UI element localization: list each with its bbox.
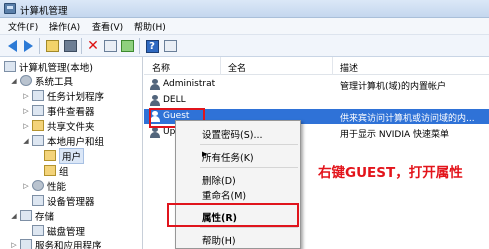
column-divider[interactable] [332, 57, 333, 75]
collapse-arrow-icon[interactable]: ◢ [22, 137, 30, 145]
menu-action[interactable]: 操作(A) [49, 20, 80, 33]
help-icon[interactable]: ? [144, 38, 160, 54]
disk-icon [32, 225, 44, 236]
collapse-arrow-icon[interactable]: ◢ [10, 77, 18, 85]
list-header: 名称 全名 描述 [144, 57, 489, 75]
navigation-tree: 计算机管理(本地) ◢ 系统工具 ▷ 任务计划程序 ▷ 事件查看器 ▷ 共享文件… [0, 57, 143, 249]
user-description: 用于显示 NVIDIA 快速菜单 [340, 130, 450, 140]
user-description: 管理计算机(域)的内置帐户 [340, 82, 447, 92]
show-hide-tree-icon[interactable] [62, 38, 78, 54]
folder-icon [44, 150, 56, 161]
tree-item-system-tools[interactable]: ◢ 系统工具 [10, 74, 73, 88]
expand-arrow-icon[interactable]: ▷ [22, 107, 30, 115]
device-manager-icon [32, 195, 44, 206]
menu-help[interactable]: 帮助(H) [134, 20, 166, 33]
forward-arrow-icon[interactable] [20, 38, 36, 54]
export-list-icon[interactable] [119, 38, 135, 54]
console-icon[interactable] [162, 38, 178, 54]
title-bar: 计算机管理 [0, 0, 489, 18]
expand-arrow-icon[interactable]: ▷ [22, 92, 30, 100]
tree-item-disk-management[interactable]: 磁盘管理 [32, 224, 85, 238]
tree-item-shared-folders[interactable]: ▷ 共享文件夹 [22, 119, 95, 133]
column-header-description[interactable]: 描述 [340, 61, 358, 74]
computer-management-icon [4, 3, 16, 14]
menu-view[interactable]: 查看(V) [92, 20, 123, 33]
users-group-icon [32, 135, 44, 146]
menu-separator [200, 144, 298, 145]
back-arrow-icon[interactable] [4, 38, 20, 54]
toolbar-separator [39, 38, 40, 54]
instruction-annotation: 右键GUEST，打开属性 [318, 165, 463, 181]
menu-bar: 文件(F) 操作(A) 查看(V) 帮助(H) [0, 18, 489, 35]
menu-item-set-password[interactable]: 设置密码(S)... [176, 124, 300, 141]
tree-item-event-viewer[interactable]: ▷ 事件查看器 [22, 104, 95, 118]
menu-separator [200, 167, 298, 168]
computer-icon [4, 61, 16, 72]
user-icon [150, 95, 160, 106]
shared-folder-icon [32, 120, 44, 131]
toolbar-separator [81, 38, 82, 54]
column-divider[interactable] [220, 57, 221, 75]
properties-highlight-box [167, 203, 299, 227]
toolbar-separator [139, 38, 140, 54]
user-description: 供来宾访问计算机或访问域的内... [340, 114, 475, 124]
event-log-icon [32, 105, 44, 116]
column-header-name[interactable]: 名称 [152, 61, 170, 74]
menu-separator [200, 227, 298, 228]
user-name: Up [163, 127, 176, 137]
menu-file[interactable]: 文件(F) [8, 20, 38, 33]
tree-item-services-apps[interactable]: ▷ 服务和应用程序 [10, 238, 102, 249]
user-icon [150, 127, 160, 138]
properties-icon[interactable] [102, 38, 118, 54]
tree-item-root[interactable]: 计算机管理(本地) [4, 60, 93, 74]
tree-item-users[interactable]: 用户 [44, 147, 85, 164]
expand-arrow-icon[interactable]: ▷ [22, 182, 30, 190]
menu-item-rename[interactable]: 重命名(M) [176, 185, 300, 202]
tools-icon [20, 75, 32, 86]
submenu-arrow-icon: ▶ [202, 150, 208, 158]
toolbar: ✕ ? [0, 35, 489, 57]
user-name: Administrat [163, 79, 216, 89]
tree-item-task-scheduler[interactable]: ▷ 任务计划程序 [22, 89, 104, 103]
up-folder-icon[interactable] [44, 38, 60, 54]
user-icon [150, 79, 160, 90]
services-icon [20, 239, 32, 249]
list-row-administrator[interactable]: Administrat 管理计算机(域)的内置帐户 [144, 77, 489, 92]
tree-item-local-users-groups[interactable]: ◢ 本地用户和组 [22, 134, 104, 148]
list-row-dell[interactable]: DELL [144, 93, 489, 108]
clock-icon [32, 90, 44, 101]
tree-item-storage[interactable]: ◢ 存储 [10, 209, 54, 223]
folder-icon [44, 165, 56, 176]
column-header-fullname[interactable]: 全名 [228, 61, 246, 74]
tree-item-performance[interactable]: ▷ 性能 [22, 179, 66, 193]
user-name: DELL [163, 95, 186, 105]
menu-item-all-tasks[interactable]: 所有任务(K) ▶ [176, 147, 300, 164]
context-menu: 设置密码(S)... 所有任务(K) ▶ 删除(D) 重命名(M) 属性(R) … [175, 120, 301, 249]
expand-arrow-icon[interactable]: ▷ [10, 241, 18, 249]
expand-arrow-icon[interactable]: ▷ [22, 122, 30, 130]
tree-item-groups[interactable]: 组 [44, 164, 69, 178]
tree-item-device-manager[interactable]: 设备管理器 [32, 194, 95, 208]
delete-icon[interactable]: ✕ [85, 38, 101, 54]
window-title: 计算机管理 [20, 6, 68, 17]
collapse-arrow-icon[interactable]: ◢ [10, 212, 18, 220]
performance-icon [32, 180, 44, 191]
storage-icon [20, 210, 32, 221]
menu-item-help[interactable]: 帮助(H) [176, 230, 300, 247]
